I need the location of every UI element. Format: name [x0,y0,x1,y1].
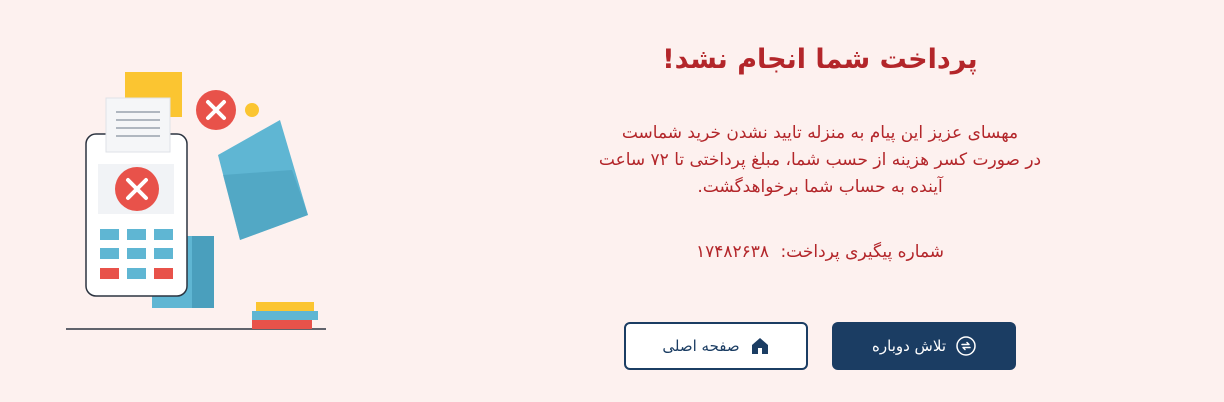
message-line-3: آینده به حساب شما برخواهدگشت. [697,177,943,197]
page-title: پرداخت شما انجام نشد! [662,44,978,75]
home-button[interactable]: صفحه اصلی [624,322,808,370]
tracking-number: شماره پیگیری پرداخت: ۱۷۴۸۲۶۳۸ [540,242,1100,262]
retry-button[interactable]: تلاش دوباره [832,322,1016,370]
retry-button-label: تلاش دوباره [872,337,946,355]
home-button-label: صفحه اصلی [662,337,740,355]
payment-failed-illustration [66,72,326,330]
home-icon [750,336,770,356]
tracking-value: ۱۷۴۸۲۶۳۸ [695,242,770,262]
refresh-icon [956,336,976,356]
failure-message: مهسای عزیز این پیام به منزله تایید نشدن … [540,120,1100,201]
message-line-1: مهسای عزیز این پیام به منزله تایید نشدن … [621,123,1019,143]
payment-failed-card: پرداخت شما انجام نشد! مهسای عزیز این پیا… [0,0,1224,402]
message-line-2: در صورت کسر هزینه از حسب شما، مبلغ پرداخ… [598,150,1042,170]
tracking-label: شماره پیگیری پرداخت: [780,242,945,262]
